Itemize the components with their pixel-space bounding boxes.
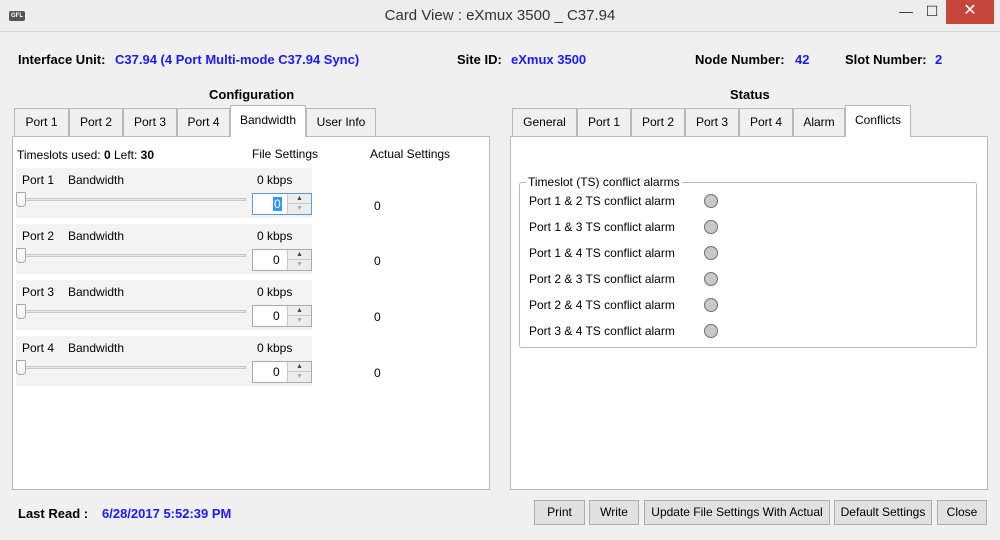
update-file-settings-button[interactable]: Update File Settings With Actual xyxy=(644,500,830,525)
bandwidth-spinbox[interactable]: 0 ▲ ▼ xyxy=(252,193,312,215)
status-title: Status xyxy=(730,87,770,102)
spin-up-button[interactable]: ▲ xyxy=(287,250,311,260)
spin-down-button[interactable]: ▼ xyxy=(287,260,311,270)
interface-unit-label: Interface Unit: xyxy=(18,52,106,67)
bandwidth-slider-track[interactable] xyxy=(20,366,246,369)
timeslots-used-label: Timeslots used: xyxy=(17,148,101,162)
bandwidth-slider-thumb[interactable] xyxy=(16,360,26,375)
bandwidth-label: Bandwidth xyxy=(68,285,125,299)
status-tab-port-2[interactable]: Port 2 xyxy=(631,108,685,136)
actual-value: 0 xyxy=(374,366,381,380)
port-label: Port 1 xyxy=(22,173,55,187)
default-settings-button[interactable]: Default Settings xyxy=(834,500,932,525)
spin-down-button[interactable]: ▼ xyxy=(287,316,311,326)
close-button[interactable]: Close xyxy=(937,500,987,525)
config-tab-port-4[interactable]: Port 4 xyxy=(177,108,230,136)
print-button[interactable]: Print xyxy=(534,500,585,525)
actual-value: 0 xyxy=(374,199,381,213)
port-label: Port 2 xyxy=(22,229,55,243)
window-title: Card View : eXmux 3500 _ C37.94 xyxy=(384,7,616,24)
alarm-indicator-led xyxy=(704,220,718,234)
config-tab-port-2[interactable]: Port 2 xyxy=(69,108,123,136)
alarm-label: Port 2 & 3 TS conflict alarm xyxy=(529,272,675,286)
alarm-label: Port 3 & 4 TS conflict alarm xyxy=(529,324,675,338)
spin-up-button[interactable]: ▲ xyxy=(287,194,311,204)
write-button[interactable]: Write xyxy=(589,500,639,525)
config-tab-port-3[interactable]: Port 3 xyxy=(123,108,177,136)
alarm-indicator-led xyxy=(704,324,718,338)
node-number-value: 42 xyxy=(795,52,810,67)
status-tab-alarm[interactable]: Alarm xyxy=(793,108,845,136)
config-tab-port-1[interactable]: Port 1 xyxy=(14,108,69,136)
bandwidth-spinbox[interactable]: 0 ▲ ▼ xyxy=(252,305,312,327)
kbps-readout: 0 kbps xyxy=(257,285,293,299)
port-bandwidth-row: Port 3 Bandwidth 0 kbps 0 ▲ ▼ xyxy=(16,280,312,330)
bandwidth-label: Bandwidth xyxy=(68,173,125,187)
kbps-readout: 0 kbps xyxy=(257,173,293,187)
timeslots-summary: Timeslots used: 0 Left: 30 xyxy=(17,148,154,162)
alarm-indicator-led xyxy=(704,246,718,260)
maximize-button[interactable]: ☐ xyxy=(919,0,945,24)
timeslots-used-value: 0 xyxy=(103,148,111,162)
status-tab-conflicts[interactable]: Conflicts xyxy=(845,105,911,137)
actual-settings-header: Actual Settings xyxy=(370,147,451,161)
spin-down-button[interactable]: ▼ xyxy=(287,372,311,382)
configuration-title: Configuration xyxy=(209,87,295,102)
last-read-label: Last Read : xyxy=(18,506,89,521)
alarm-label: Port 2 & 4 TS conflict alarm xyxy=(529,298,675,312)
status-tab-port-4[interactable]: Port 4 xyxy=(739,108,793,136)
timeslots-left-label: Left: xyxy=(113,148,138,162)
title-bar: GFL Card View : eXmux 3500 _ C37.94 — ☐ … xyxy=(0,0,1000,32)
port-bandwidth-row: Port 2 Bandwidth 0 kbps 0 ▲ ▼ xyxy=(16,224,312,274)
bandwidth-slider-track[interactable] xyxy=(20,198,246,201)
bandwidth-spinbox[interactable]: 0 ▲ ▼ xyxy=(252,361,312,383)
file-settings-header: File Settings xyxy=(252,147,319,161)
spin-up-button[interactable]: ▲ xyxy=(287,306,311,316)
slot-number-value: 2 xyxy=(935,52,943,67)
alarm-indicator-led xyxy=(704,298,718,312)
conflict-alarms-group-title: Timeslot (TS) conflict alarms xyxy=(526,175,682,189)
bandwidth-slider-thumb[interactable] xyxy=(16,304,26,319)
bandwidth-slider-track[interactable] xyxy=(20,310,246,313)
site-id-value: eXmux 3500 xyxy=(511,52,587,67)
bandwidth-slider-track[interactable] xyxy=(20,254,246,257)
alarm-label: Port 1 & 3 TS conflict alarm xyxy=(529,220,675,234)
slot-number-label: Slot Number: xyxy=(845,52,927,67)
alarm-indicator-led xyxy=(704,272,718,286)
bandwidth-spinbox-value[interactable]: 0 xyxy=(273,309,280,323)
bandwidth-slider-thumb[interactable] xyxy=(16,248,26,263)
last-read-value: 6/28/2017 5:52:39 PM xyxy=(102,506,232,521)
bandwidth-spinbox-value[interactable]: 0 xyxy=(273,197,282,211)
port-bandwidth-row: Port 4 Bandwidth 0 kbps 0 ▲ ▼ xyxy=(16,336,312,386)
kbps-readout: 0 kbps xyxy=(257,341,293,355)
timeslots-left-value: 30 xyxy=(140,148,155,162)
bandwidth-spinbox[interactable]: 0 ▲ ▼ xyxy=(252,249,312,271)
alarm-indicator-led xyxy=(704,194,718,208)
close-window-button[interactable]: ✕ xyxy=(946,0,994,24)
minimize-button[interactable]: — xyxy=(893,0,919,24)
site-id-label: Site ID: xyxy=(457,52,502,67)
bandwidth-spinbox-value[interactable]: 0 xyxy=(273,253,280,267)
bandwidth-slider-thumb[interactable] xyxy=(16,192,26,207)
status-tab-port-3[interactable]: Port 3 xyxy=(685,108,739,136)
bandwidth-label: Bandwidth xyxy=(68,229,125,243)
interface-unit-value: C37.94 (4 Port Multi-mode C37.94 Sync) xyxy=(115,52,360,67)
port-bandwidth-row: Port 1 Bandwidth 0 kbps 0 ▲ ▼ xyxy=(16,168,312,218)
kbps-readout: 0 kbps xyxy=(257,229,293,243)
actual-value: 0 xyxy=(374,310,381,324)
config-tab-user-info[interactable]: User Info xyxy=(306,108,376,136)
status-tab-general[interactable]: General xyxy=(512,108,577,136)
alarm-label: Port 1 & 2 TS conflict alarm xyxy=(529,194,675,208)
port-label: Port 3 xyxy=(22,285,55,299)
status-tab-port-1[interactable]: Port 1 xyxy=(577,108,631,136)
alarm-label: Port 1 & 4 TS conflict alarm xyxy=(529,246,675,260)
port-label: Port 4 xyxy=(22,341,55,355)
bandwidth-label: Bandwidth xyxy=(68,341,125,355)
node-number-label: Node Number: xyxy=(695,52,785,67)
bandwidth-spinbox-value[interactable]: 0 xyxy=(273,365,280,379)
actual-value: 0 xyxy=(374,254,381,268)
spin-up-button[interactable]: ▲ xyxy=(287,362,311,372)
spin-down-button[interactable]: ▼ xyxy=(287,204,311,214)
config-tab-bandwidth[interactable]: Bandwidth xyxy=(230,105,306,137)
